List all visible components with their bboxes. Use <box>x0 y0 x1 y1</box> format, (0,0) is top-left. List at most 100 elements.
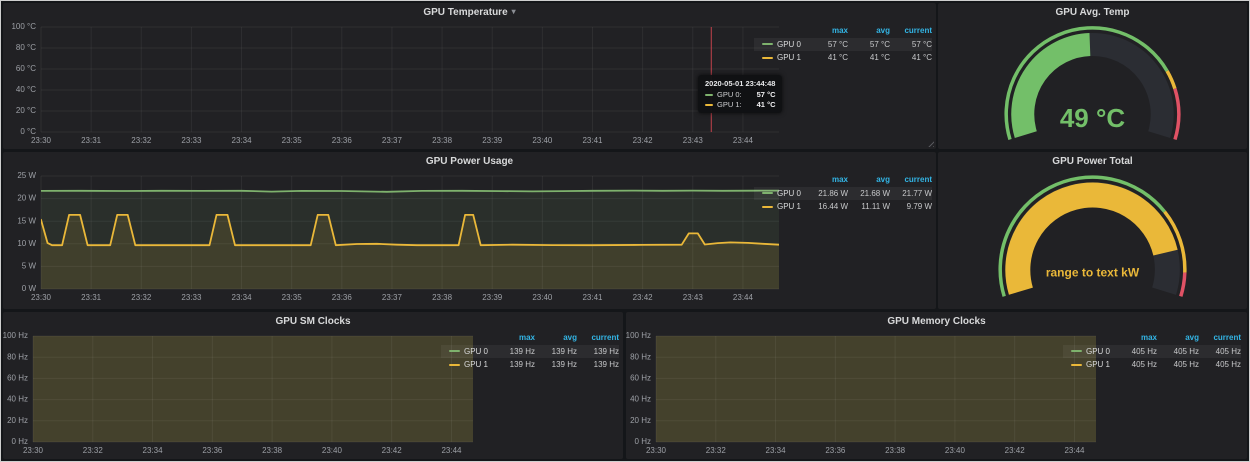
svg-text:23:37: 23:37 <box>382 136 403 145</box>
svg-text:23:44: 23:44 <box>1064 446 1085 455</box>
grafana-dashboard: GPU Temperature ▾ 0 °C20 °C40 °C60 °C80 … <box>0 0 1250 462</box>
svg-text:80 Hz: 80 Hz <box>630 352 651 361</box>
tooltip-row: GPU 1: 41 °C <box>705 100 775 109</box>
svg-text:10 W: 10 W <box>17 239 36 248</box>
panel-title-text: GPU Temperature <box>423 7 507 18</box>
svg-text:60 °C: 60 °C <box>16 64 36 73</box>
sm-clocks-chart[interactable]: 0 Hz20 Hz40 Hz60 Hz80 Hz100 Hz23:3023:32… <box>3 330 475 457</box>
panel-gpu-power-total: GPU Power Total range to text kW <box>938 152 1247 309</box>
panel-gpu-avg-temp: GPU Avg. Temp 49 °C <box>938 3 1247 149</box>
legend-series-label[interactable]: GPU 0 <box>1063 345 1115 359</box>
svg-text:23:32: 23:32 <box>131 293 152 302</box>
legend-stat-value: 41 °C <box>806 51 848 65</box>
svg-text:23:36: 23:36 <box>332 293 353 302</box>
svg-text:23:36: 23:36 <box>202 446 223 455</box>
legend-series-label[interactable]: GPU 1 <box>1063 358 1115 372</box>
svg-text:100 Hz: 100 Hz <box>626 331 651 340</box>
panel-title-gpu-power-total[interactable]: GPU Power Total <box>938 152 1247 170</box>
panel-title-text: GPU Power Usage <box>426 156 513 167</box>
svg-text:23:33: 23:33 <box>181 293 202 302</box>
svg-text:23:35: 23:35 <box>282 293 303 302</box>
svg-text:23:34: 23:34 <box>766 446 787 455</box>
legend-row: GPU 0139 Hz139 Hz139 Hz <box>441 345 619 359</box>
legend-row: GPU 1139 Hz139 Hz139 Hz <box>441 358 619 372</box>
power-total-gauge[interactable]: range to text kW <box>938 170 1247 308</box>
legend-row: GPU 116.44 W11.11 W9.79 W <box>754 200 932 214</box>
panel-gpu-memory-clocks: GPU Memory Clocks 0 Hz20 Hz40 Hz60 Hz80 … <box>626 312 1247 459</box>
legend-series-label[interactable]: GPU 0 <box>754 38 806 52</box>
legend-stat-value: 139 Hz <box>493 345 535 359</box>
svg-text:23:32: 23:32 <box>83 446 104 455</box>
legend-stat-value: 57 °C <box>890 38 932 52</box>
legend-stat-value: 139 Hz <box>535 345 577 359</box>
svg-text:0 °C: 0 °C <box>20 127 36 136</box>
legend-row: GPU 1405 Hz405 Hz405 Hz <box>1063 358 1241 372</box>
legend-col-header: max <box>493 332 535 345</box>
power-usage-chart[interactable]: 0 W5 W10 W15 W20 W25 W23:3023:3123:3223:… <box>3 170 781 308</box>
panel-title-gpu-memory-clocks[interactable]: GPU Memory Clocks <box>626 312 1247 330</box>
svg-text:20 W: 20 W <box>17 194 36 203</box>
legend-col-header: avg <box>535 332 577 345</box>
legend-stat-value: 405 Hz <box>1157 358 1199 372</box>
sm-clocks-legend: maxavgcurrentGPU 0139 Hz139 Hz139 HzGPU … <box>441 332 619 372</box>
legend-series-label[interactable]: GPU 1 <box>441 358 493 372</box>
legend-row: GPU 0405 Hz405 Hz405 Hz <box>1063 345 1241 359</box>
legend-series-label[interactable]: GPU 1 <box>754 200 806 214</box>
legend-stat-value: 405 Hz <box>1115 345 1157 359</box>
tooltip-series-label: GPU 0: <box>717 90 742 99</box>
memory-clocks-chart[interactable]: 0 Hz20 Hz40 Hz60 Hz80 Hz100 Hz23:3023:32… <box>626 330 1098 457</box>
panel-title-text: GPU Avg. Temp <box>1055 7 1129 18</box>
legend-series-label[interactable]: GPU 0 <box>441 345 493 359</box>
panel-resize-handle[interactable] <box>927 140 934 147</box>
svg-text:0 Hz: 0 Hz <box>12 437 28 446</box>
legend-series-label[interactable]: GPU 1 <box>754 51 806 65</box>
panel-title-gpu-avg-temp[interactable]: GPU Avg. Temp <box>938 3 1247 21</box>
panel-title-gpu-sm-clocks[interactable]: GPU SM Clocks <box>3 312 623 330</box>
svg-text:23:31: 23:31 <box>81 293 102 302</box>
panel-title-gpu-temperature[interactable]: GPU Temperature ▾ <box>3 3 936 21</box>
svg-text:23:30: 23:30 <box>23 446 44 455</box>
chevron-down-icon: ▾ <box>512 8 516 16</box>
svg-text:60 Hz: 60 Hz <box>7 374 28 383</box>
series-color-dash-icon <box>762 206 773 208</box>
legend-row: GPU 021.86 W21.68 W21.77 W <box>754 187 932 201</box>
svg-text:20 Hz: 20 Hz <box>630 416 651 425</box>
legend-stat-value: 21.68 W <box>848 187 890 201</box>
panel-title-text: GPU Power Total <box>1052 156 1132 167</box>
svg-text:23:44: 23:44 <box>733 293 754 302</box>
svg-text:23:42: 23:42 <box>1005 446 1026 455</box>
svg-text:25 W: 25 W <box>17 171 36 180</box>
svg-text:0 W: 0 W <box>22 284 37 293</box>
panel-gpu-sm-clocks: GPU SM Clocks 0 Hz20 Hz40 Hz60 Hz80 Hz10… <box>3 312 623 459</box>
legend-col-header: current <box>890 25 932 38</box>
svg-text:80 °C: 80 °C <box>16 43 36 52</box>
legend-col-header: max <box>1115 332 1157 345</box>
svg-text:23:38: 23:38 <box>262 446 283 455</box>
gauge-value-text: 49 °C <box>1060 103 1126 133</box>
legend-stat-value: 139 Hz <box>493 358 535 372</box>
legend-stat-value: 21.77 W <box>890 187 932 201</box>
svg-text:5 W: 5 W <box>22 262 37 271</box>
series-color-dash-icon <box>762 192 773 194</box>
temperature-legend: maxavgcurrentGPU 057 °C57 °C57 °CGPU 141… <box>754 25 932 65</box>
panel-title-gpu-power-usage[interactable]: GPU Power Usage <box>3 152 936 170</box>
series-color-dash-icon <box>449 364 460 366</box>
series-color-dash-icon <box>762 43 773 45</box>
legend-stat-value: 57 °C <box>848 38 890 52</box>
legend-stat-value: 41 °C <box>890 51 932 65</box>
avg-temp-gauge[interactable]: 49 °C <box>938 21 1247 147</box>
series-color-dash-icon <box>762 57 773 59</box>
legend-col-header: max <box>806 25 848 38</box>
temperature-chart[interactable]: 0 °C20 °C40 °C60 °C80 °C100 °C23:3023:31… <box>3 21 781 147</box>
legend-table: maxavgcurrentGPU 021.86 W21.68 W21.77 WG… <box>754 174 932 214</box>
svg-text:20 Hz: 20 Hz <box>7 416 28 425</box>
legend-stat-value: 139 Hz <box>535 358 577 372</box>
svg-text:100 Hz: 100 Hz <box>3 331 28 340</box>
legend-stat-value: 139 Hz <box>577 358 619 372</box>
legend-series-label[interactable]: GPU 0 <box>754 187 806 201</box>
legend-col-header: max <box>806 174 848 187</box>
svg-text:23:40: 23:40 <box>532 136 553 145</box>
svg-text:23:44: 23:44 <box>441 446 462 455</box>
legend-stat-value: 405 Hz <box>1199 358 1241 372</box>
legend-stat-value: 405 Hz <box>1199 345 1241 359</box>
